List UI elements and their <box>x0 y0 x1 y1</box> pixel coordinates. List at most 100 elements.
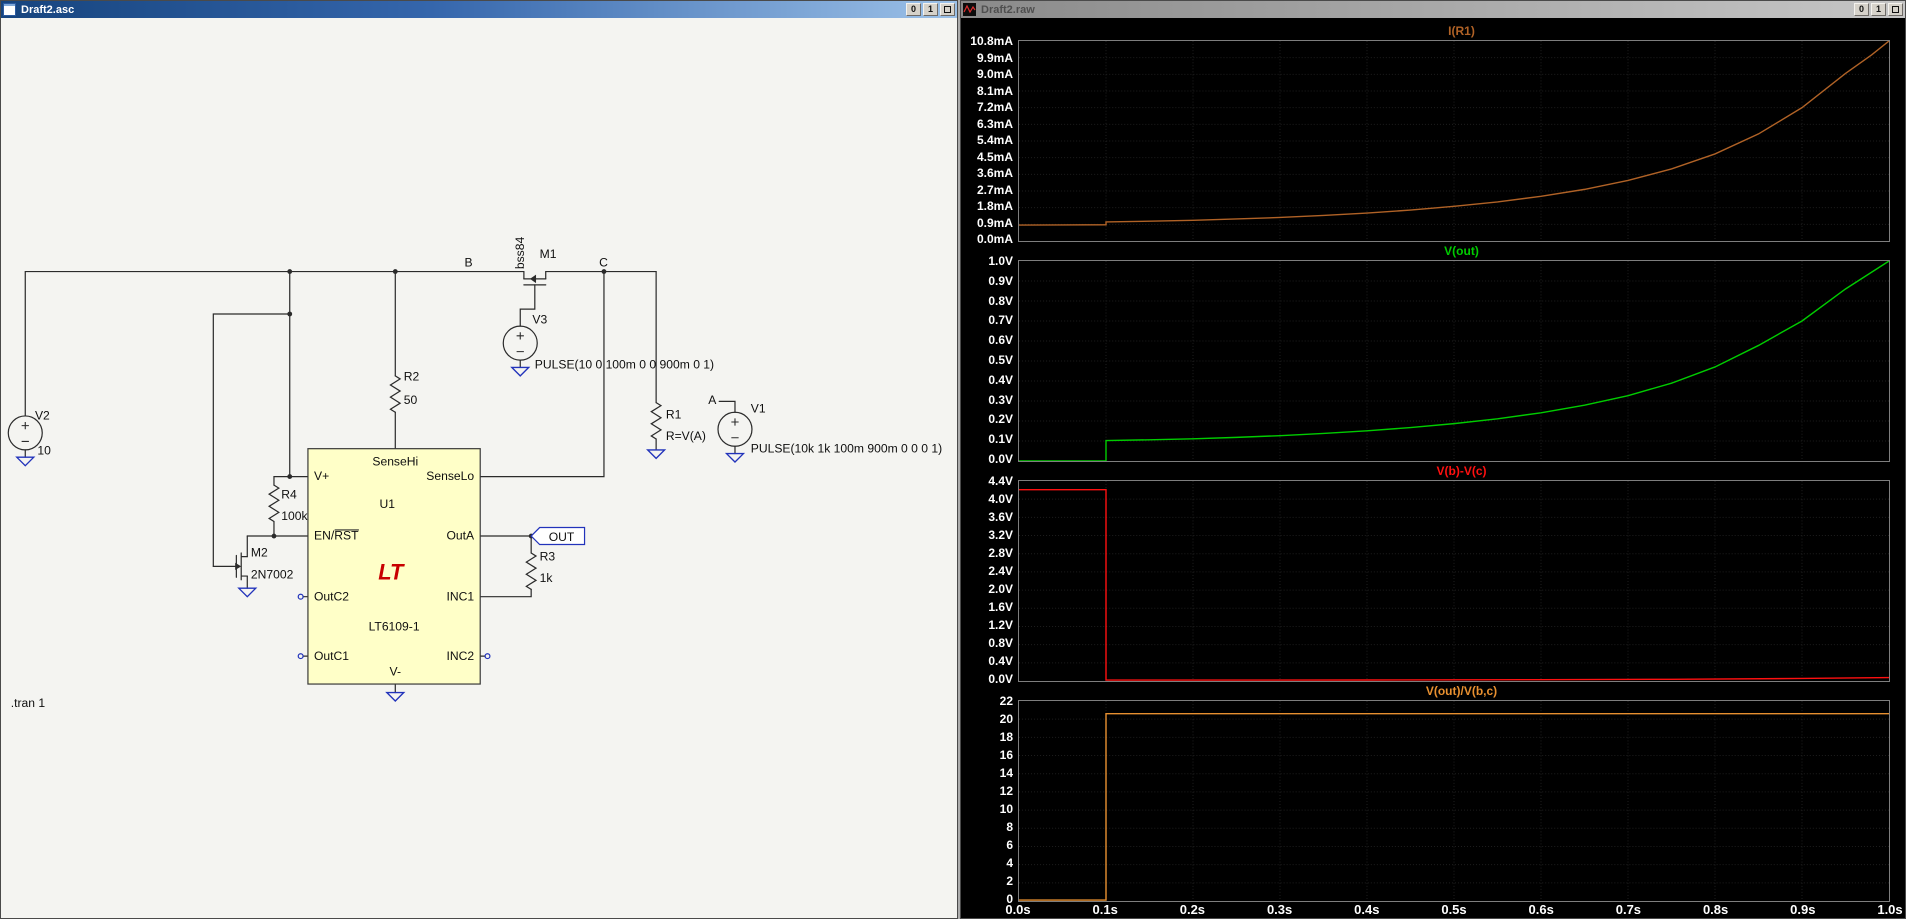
plot-pane-ratio: V(out)/V(b,c) 0 2 4 6 8 10 12 14 16 18 20 22 <box>961 682 1905 906</box>
m2-ref[interactable]: M2 <box>251 546 268 560</box>
trace-label-vout[interactable]: V(out) <box>1018 242 1905 260</box>
trace-vbc <box>1019 481 1889 681</box>
r2-ref[interactable]: R2 <box>404 370 420 384</box>
y-tick-label: 1.2V <box>988 618 1013 632</box>
y-tick-label: 10.8mA <box>970 34 1013 48</box>
x-tick-label: 0.2s <box>1179 902 1206 917</box>
plot-pane-vbc: V(b)-V(c) 0.0V 0.4V 0.8V 1.2V 1.6V 2.0V 2.4V 2.… <box>961 462 1905 686</box>
component-v1-source[interactable]: V1 PULSE(10k 1k 100m 900m 0 0 0 1) <box>717 401 942 455</box>
component-r2-resistor[interactable]: R2 50 <box>389 370 420 413</box>
spice-directive[interactable]: .tran 1 <box>11 696 46 710</box>
window-buttons: 0 1 <box>1854 3 1903 16</box>
y-tick-label: 8.1mA <box>976 83 1013 98</box>
y-tick-label: 0.6V <box>988 333 1013 348</box>
r3-ref[interactable]: R3 <box>540 549 556 563</box>
y-tick-label: 16 <box>999 748 1013 762</box>
y-tick-label: 6.3mA <box>976 116 1013 131</box>
net-label-a[interactable]: A <box>708 393 717 407</box>
close-icon <box>944 6 951 13</box>
x-tick-label: 0.4s <box>1354 902 1380 917</box>
r1-ref[interactable]: R1 <box>666 407 682 421</box>
pin-inc1: INC1 <box>447 589 475 603</box>
y-tick-label: 3.2V <box>988 528 1013 542</box>
y-tick-label: 0.5V <box>988 353 1013 367</box>
schematic-window-title: Draft2.asc <box>21 3 75 16</box>
x-tick-label: 0.9s <box>1790 902 1816 917</box>
schematic-titlebar[interactable]: Draft2.asc 0 1 <box>1 1 957 18</box>
net-label-b[interactable]: B <box>464 256 472 270</box>
y-tick-label: 12 <box>999 784 1013 798</box>
schematic-canvas[interactable]: V2 10 V3 PULSE(10 0 100m 0 0 900m 0 1) V… <box>1 18 957 919</box>
schematic-file-icon <box>3 3 16 16</box>
v2-ref[interactable]: V2 <box>35 409 50 423</box>
r3-value[interactable]: 1k <box>540 571 554 585</box>
y-tick-label: 9.9mA <box>976 50 1013 65</box>
m2-value[interactable]: 2N7002 <box>251 567 294 581</box>
plot-area-vout[interactable] <box>1018 260 1890 462</box>
x-tick-label: 0.7s <box>1615 902 1642 917</box>
y-tick-label: 1.0V <box>988 254 1013 268</box>
y-tick-label: 2.7mA <box>976 182 1013 197</box>
v1-ref[interactable]: V1 <box>751 401 766 415</box>
trace-label-vbc[interactable]: V(b)-V(c) <box>1018 462 1905 480</box>
component-m1-mosfet[interactable]: M1 bss84 <box>513 237 557 286</box>
minimize-button[interactable]: 0 <box>906 3 921 16</box>
y-tick-label: 1.8mA <box>976 199 1013 213</box>
pin-en-rst: EN/RST <box>314 529 359 543</box>
y-tick-label: 7.2mA <box>976 100 1013 114</box>
net-label-c[interactable]: C <box>599 256 608 270</box>
trace-ir1 <box>1019 41 1889 241</box>
window-buttons: 0 1 <box>906 3 955 16</box>
trace-ratio <box>1019 701 1889 901</box>
y-tick-label: 18 <box>999 730 1013 744</box>
component-r3-resistor[interactable]: R3 1k <box>525 549 556 591</box>
y-tick-label: 6 <box>1006 838 1013 852</box>
r4-ref[interactable]: R4 <box>281 487 297 501</box>
component-r1-resistor[interactable]: R1 R=V(A) <box>650 401 706 444</box>
y-tick-label: 0.8V <box>988 293 1013 308</box>
waveform-titlebar[interactable]: Draft2.raw 0 1 <box>961 1 1905 18</box>
y-tick-label: 4.5mA <box>976 149 1013 164</box>
v3-value[interactable]: PULSE(10 0 100m 0 0 900m 0 1) <box>535 358 714 372</box>
y-tick-label: 0.0V <box>988 672 1013 686</box>
pin-vminus: V- <box>390 665 401 679</box>
component-m2-mosfet[interactable]: M2 2N7002 <box>235 546 294 582</box>
minimize-button[interactable]: 0 <box>1854 3 1869 16</box>
component-v2-source[interactable]: V2 10 <box>7 409 51 458</box>
y-axis-ratio: 0 2 4 6 8 10 12 14 16 18 20 22 <box>961 694 1018 906</box>
component-v3-source[interactable]: V3 PULSE(10 0 100m 0 0 900m 0 1) <box>502 313 714 372</box>
r1-value[interactable]: R=V(A) <box>666 429 706 443</box>
x-tick-label: 0.0s <box>1005 902 1031 917</box>
plot-area-ratio[interactable] <box>1018 700 1890 902</box>
maximize-button[interactable]: 1 <box>923 3 938 16</box>
schematic-window: Draft2.asc 0 1 V2 10 V3 PULSE(10 0 100m … <box>0 0 958 919</box>
pin-outc1: OutC1 <box>314 649 349 663</box>
y-tick-label: 9.0mA <box>976 67 1013 81</box>
close-button[interactable] <box>1888 3 1903 16</box>
v2-value[interactable]: 10 <box>37 444 51 458</box>
r4-value[interactable]: 100k <box>281 509 308 523</box>
y-axis-ir1: 0.0mA 0.9mA 1.8mA 2.7mA 3.6mA 4.5mA 5.4mA 6.3mA… <box>961 34 1018 246</box>
r2-value[interactable]: 50 <box>404 393 418 407</box>
m1-ref[interactable]: M1 <box>540 247 557 261</box>
y-tick-label: 3.6mA <box>976 166 1013 180</box>
maximize-button[interactable]: 1 <box>1871 3 1886 16</box>
waveform-window: Draft2.raw 0 1 I(R1) 0.0mA 0.9mA 1.8mA 2.7m… <box>960 0 1906 919</box>
u1-part-number[interactable]: LT6109-1 <box>369 620 420 634</box>
y-tick-label: 10 <box>999 802 1013 816</box>
y-tick-label: 0.8V <box>988 636 1013 650</box>
trace-label-ratio[interactable]: V(out)/V(b,c) <box>1018 682 1905 700</box>
u1-ref[interactable]: U1 <box>380 497 396 511</box>
close-button[interactable] <box>940 3 955 16</box>
plot-area-vbc[interactable] <box>1018 480 1890 682</box>
v1-value[interactable]: PULSE(10k 1k 100m 900m 0 0 0 1) <box>751 441 942 455</box>
close-icon <box>1892 6 1899 13</box>
y-tick-label: 0.4V <box>988 372 1013 387</box>
m1-value[interactable]: bss84 <box>513 237 527 270</box>
net-label-out[interactable]: OUT <box>549 530 575 544</box>
trace-label-ir1[interactable]: I(R1) <box>1018 22 1905 40</box>
plot-area-ir1[interactable] <box>1018 40 1890 242</box>
v3-ref[interactable]: V3 <box>532 313 547 327</box>
component-u1-lt6109[interactable]: V+ SenseHi SenseLo U1 EN/RST OutA OutC2 … <box>307 448 481 685</box>
component-r4-resistor[interactable]: R4 100k <box>267 484 308 523</box>
